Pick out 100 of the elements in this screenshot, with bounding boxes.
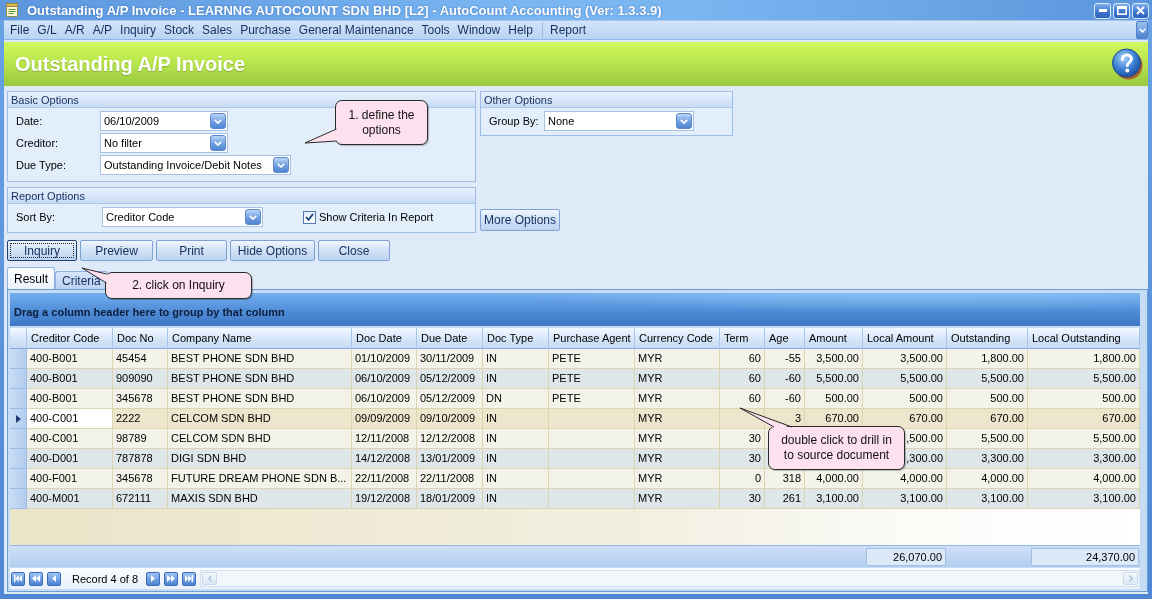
action-button[interactable]: Close bbox=[318, 240, 390, 261]
column-header[interactable]: Currency Code bbox=[635, 328, 720, 349]
panel-title: Basic Options bbox=[11, 93, 79, 106]
table-cell: 98789 bbox=[116, 432, 147, 445]
table-cell: 400-M001 bbox=[30, 492, 80, 505]
panel-title: Report Options bbox=[11, 189, 85, 202]
more-options-button[interactable]: More Options bbox=[480, 209, 560, 231]
table-cell: 05/12/2009 bbox=[420, 372, 476, 385]
column-header[interactable]: Due Date bbox=[417, 328, 483, 349]
chevron-down-icon bbox=[680, 118, 688, 124]
table-cell: MYR bbox=[638, 492, 663, 505]
action-button[interactable]: Preview bbox=[80, 240, 153, 261]
column-header[interactable]: Local Amount bbox=[863, 328, 947, 349]
table-cell: 3,300.00 bbox=[1093, 452, 1136, 465]
close-button[interactable] bbox=[1132, 2, 1149, 19]
dropdown-field[interactable]: None bbox=[544, 111, 694, 131]
table-cell: 3,100.00 bbox=[981, 492, 1024, 505]
dropdown-button[interactable] bbox=[210, 135, 226, 151]
dropdown-button[interactable] bbox=[245, 209, 261, 225]
column-header[interactable]: Doc Date bbox=[352, 328, 417, 349]
table-cell: 500.00 bbox=[825, 392, 859, 405]
field-label: Due Type: bbox=[16, 159, 66, 171]
column-header[interactable]: Amount bbox=[805, 328, 863, 349]
tab[interactable]: Result bbox=[7, 267, 55, 289]
chevron-left-icon bbox=[207, 575, 212, 582]
row-indicator[interactable] bbox=[10, 409, 27, 429]
minimize-button[interactable] bbox=[1094, 2, 1111, 19]
previous-page-button[interactable] bbox=[29, 571, 43, 586]
table-cell: 60 bbox=[748, 372, 761, 385]
field-label: Group By: bbox=[489, 115, 539, 127]
table-cell: -60 bbox=[785, 392, 801, 405]
menu-item[interactable]: Window bbox=[453, 23, 505, 37]
checkmark-icon bbox=[305, 213, 314, 221]
toolbar-overflow-button[interactable] bbox=[1136, 21, 1148, 39]
menu-item[interactable]: Inquiry bbox=[116, 23, 161, 37]
table-row[interactable]: 400-B001 45454 BEST PHONE SDN BHD 01/10/2009 30/11/2009 IN PETE MYR 60 -55 3,500.00 3,500.00 1,800.00 1,800.00 bbox=[10, 349, 1140, 369]
menu-item[interactable]: Tools bbox=[417, 23, 454, 37]
last-record-button[interactable] bbox=[182, 571, 197, 586]
column-header[interactable]: Doc No bbox=[113, 328, 168, 349]
menu-item[interactable]: Help bbox=[504, 23, 537, 37]
maximize-button[interactable] bbox=[1113, 2, 1130, 19]
column-header[interactable]: Outstanding bbox=[947, 328, 1028, 349]
action-button[interactable]: Hide Options bbox=[230, 240, 315, 261]
menu-item[interactable]: A/P bbox=[88, 23, 117, 37]
table-cell: 670.00 bbox=[990, 412, 1024, 425]
menu-item[interactable]: File bbox=[6, 23, 34, 37]
checkbox-label[interactable]: Show Criteria In Report bbox=[319, 211, 434, 223]
next-page-button[interactable] bbox=[164, 571, 179, 586]
table-cell: 09/09/2009 bbox=[355, 412, 411, 425]
dropdown-button[interactable] bbox=[210, 113, 226, 129]
action-button[interactable]: Print bbox=[156, 240, 227, 261]
page-title: Outstanding A/P Invoice bbox=[15, 52, 246, 76]
dropdown-field[interactable]: 06/10/2009 bbox=[100, 111, 228, 131]
checkbox[interactable] bbox=[303, 210, 316, 224]
table-row[interactable]: 400-B001 345678 BEST PHONE SDN BHD 06/10/2009 05/12/2009 DN PETE MYR 60 -60 500.00 500.00 500.00 500.00 bbox=[10, 389, 1140, 409]
menu-item[interactable]: Sales bbox=[198, 23, 237, 37]
table-cell: 30 bbox=[748, 452, 761, 465]
column-header[interactable]: Term bbox=[720, 328, 765, 349]
column-header[interactable]: Doc Type bbox=[483, 328, 549, 349]
dropdown-field[interactable]: No filter bbox=[100, 133, 228, 153]
table-row[interactable]: 400-F001 345678 FUTURE DREAM PHONE SDN B... 22/11/2008 22/11/2008 IN MYR 0 318 4,000.00 4,000.00 4,000.00 4,000.00 bbox=[10, 469, 1140, 489]
menu-item[interactable]: A/R bbox=[60, 23, 89, 37]
dropdown-button[interactable] bbox=[676, 113, 692, 129]
menu-item[interactable]: Purchase bbox=[236, 23, 295, 37]
table-row[interactable]: 400-M001 672111 MAXIS SDN BHD 19/12/2008 18/01/2009 IN MYR 30 261 3,100.00 3,100.00 3,100.00 3,100.00 bbox=[10, 489, 1140, 509]
menu-item[interactable]: Report bbox=[545, 23, 590, 37]
column-header[interactable]: Creditor Code bbox=[27, 328, 113, 349]
action-button[interactable]: Inquiry bbox=[7, 240, 77, 261]
table-row[interactable]: 400-C001 2222 CELCOM SDN BHD 09/09/2009 09/10/2009 IN MYR 3 670.00 670.00 670.00 670.00 bbox=[10, 409, 1140, 429]
table-cell: 06/10/2009 bbox=[355, 372, 411, 385]
table-row[interactable]: 400-B001 909090 BEST PHONE SDN BHD 06/10/2009 05/12/2009 IN PETE MYR 60 -60 5,500.00 5,500.00 5,500.00 5,500.00 bbox=[10, 369, 1140, 389]
table-cell: 3,100.00 bbox=[816, 492, 859, 505]
minimize-icon bbox=[1098, 9, 1107, 12]
dropdown-field[interactable]: Outstanding Invoice/Debit Notes bbox=[100, 155, 291, 175]
table-cell: 06/10/2009 bbox=[355, 392, 411, 405]
table-cell: 45454 bbox=[116, 352, 147, 365]
table-cell: IN bbox=[486, 452, 497, 465]
table-cell: 5,500.00 bbox=[981, 432, 1024, 445]
menu-item[interactable]: General Maintenance bbox=[294, 23, 418, 37]
first-record-button[interactable] bbox=[11, 571, 25, 586]
callout-pointer bbox=[739, 407, 793, 429]
dropdown-button[interactable] bbox=[273, 157, 289, 173]
help-icon[interactable] bbox=[1112, 48, 1143, 80]
table-cell: 19/12/2008 bbox=[355, 492, 411, 505]
window-title: Outstanding A/P Invoice - LEARNNG AUTOCOUNT SDN BHD [L2] - AutoCount Accounting (Ver: 1.3.3.9) bbox=[27, 2, 663, 18]
table-cell: MYR bbox=[638, 392, 663, 405]
double-triangle-left-icon bbox=[32, 575, 40, 582]
column-header[interactable]: Age bbox=[765, 328, 805, 349]
table-cell: CELCOM SDN BHD bbox=[171, 412, 271, 425]
chevron-down-icon bbox=[214, 118, 222, 124]
menu-item[interactable]: G/L bbox=[33, 23, 61, 37]
column-header[interactable]: Company Name bbox=[168, 328, 352, 349]
dropdown-field[interactable]: Creditor Code bbox=[102, 207, 263, 227]
table-cell: 3,500.00 bbox=[816, 352, 859, 365]
column-header[interactable]: Purchase Agent bbox=[549, 328, 635, 349]
column-header[interactable]: Local Outstanding bbox=[1028, 328, 1140, 349]
previous-record-button[interactable] bbox=[47, 571, 61, 586]
table-cell: PETE bbox=[552, 392, 581, 405]
menu-item[interactable]: Stock bbox=[160, 23, 199, 37]
next-record-button[interactable] bbox=[146, 571, 161, 586]
